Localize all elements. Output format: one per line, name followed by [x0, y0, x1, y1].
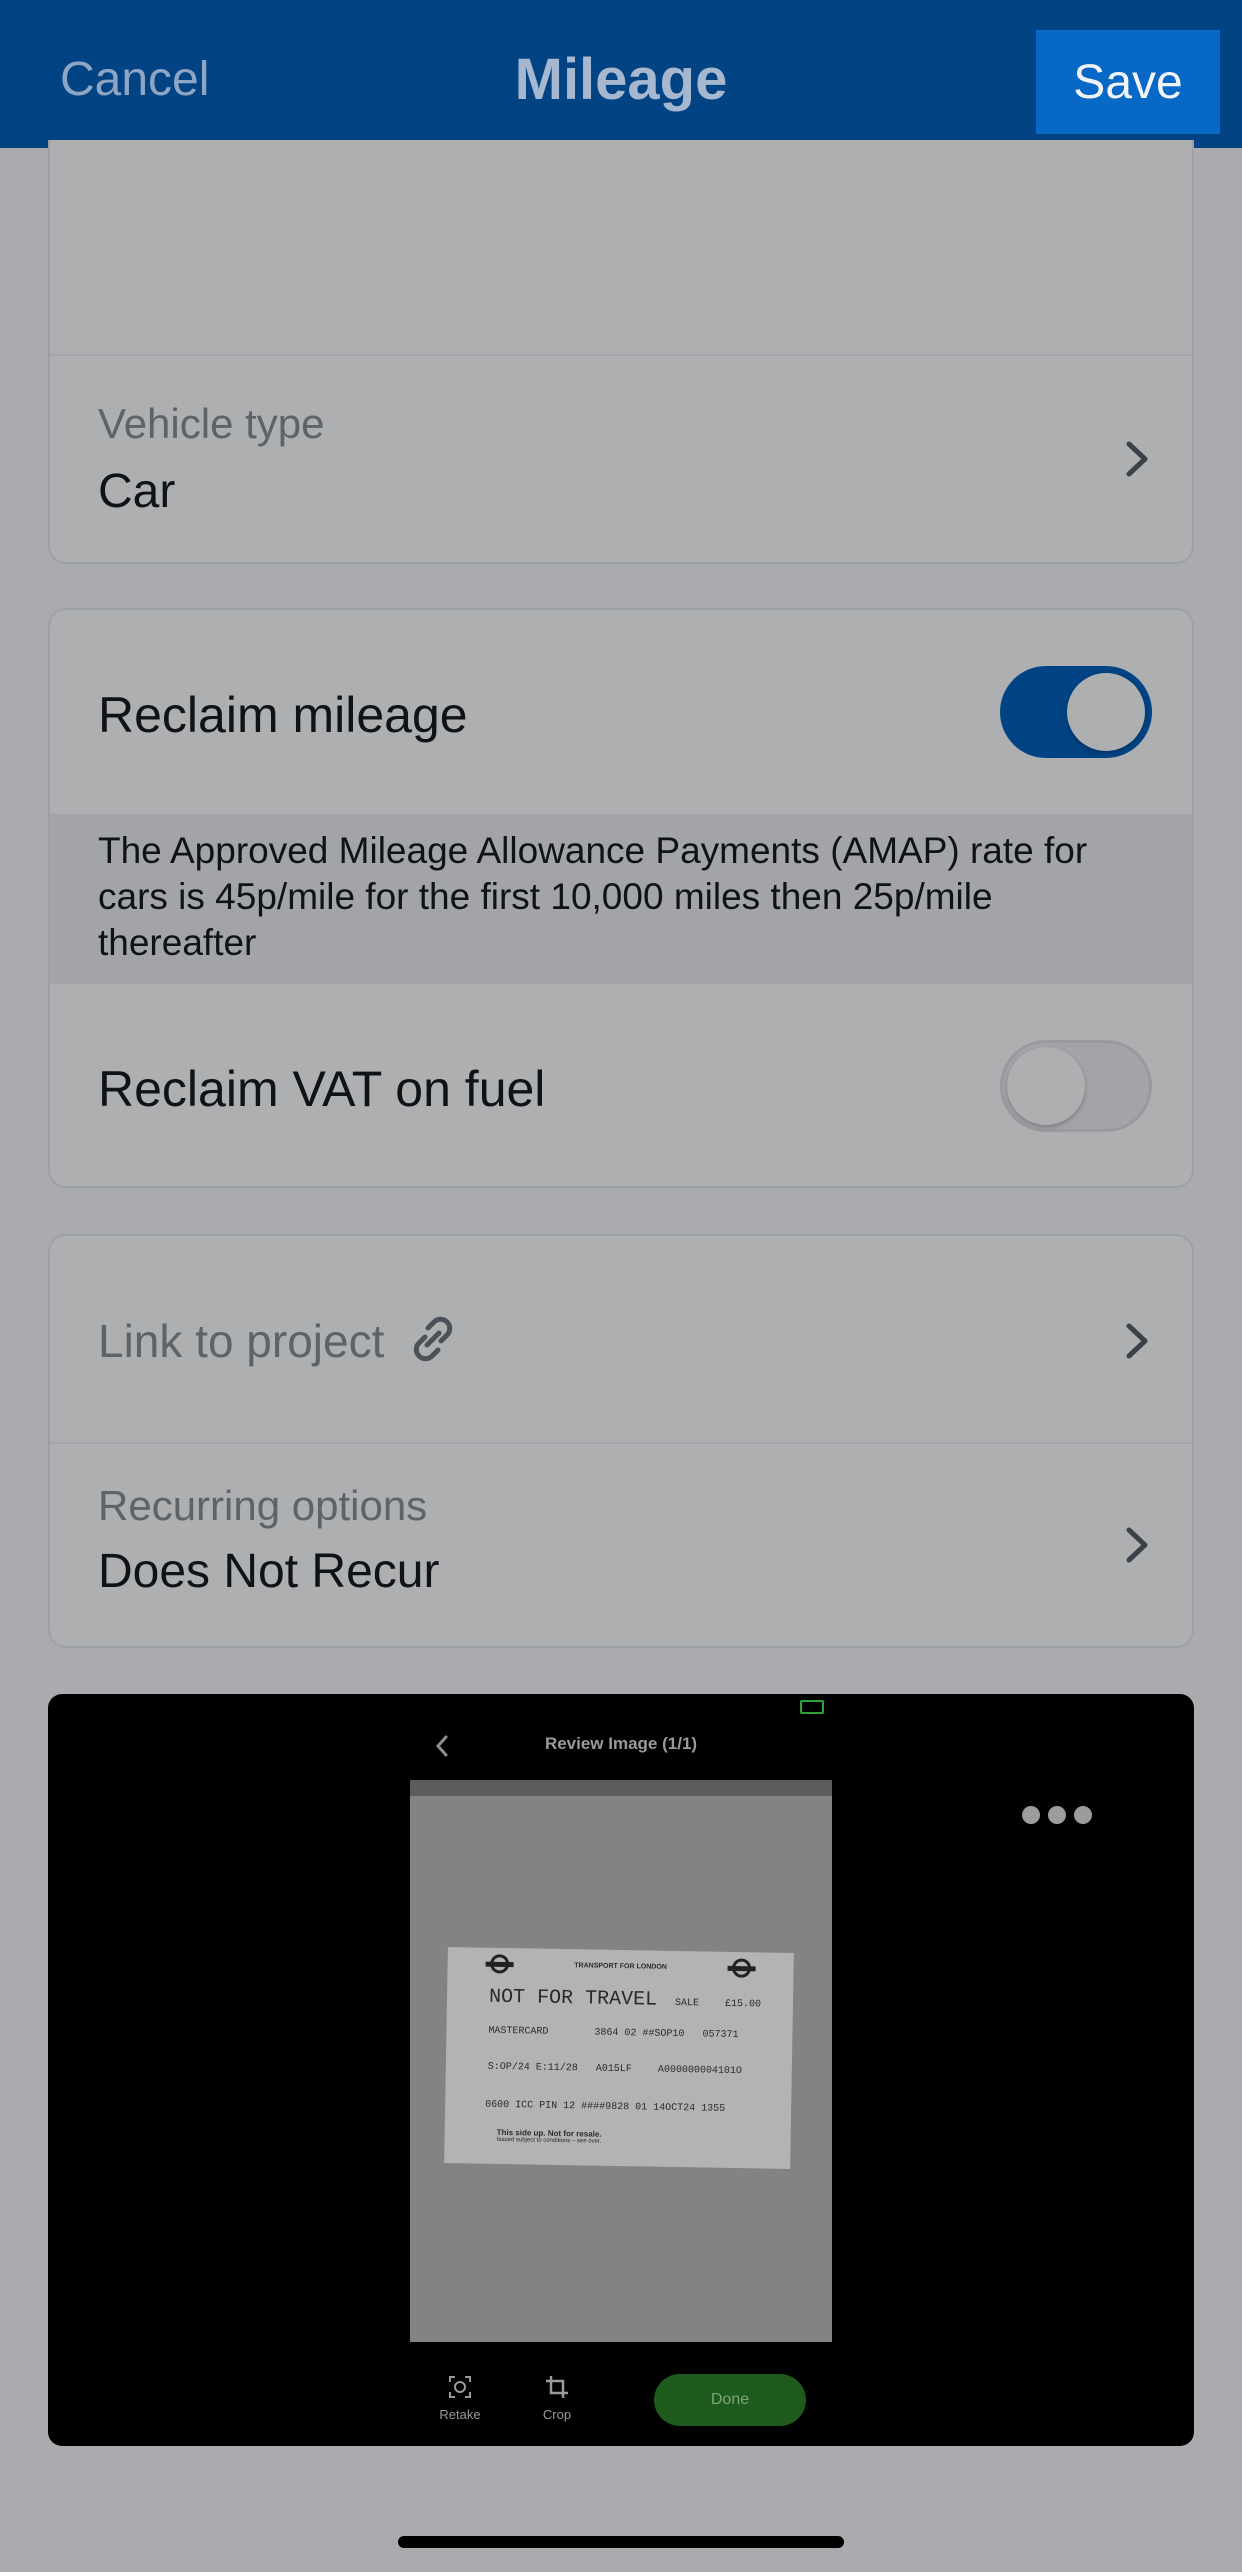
amap-info-text: The Approved Mileage Allowance Payments …: [98, 830, 1088, 963]
link-icon: [413, 1316, 453, 1362]
receipt-price: £15.00: [724, 1998, 762, 2011]
receipt-ref: A015LF: [595, 2063, 632, 2076]
tfl-roundel-icon: [727, 1958, 757, 1978]
tfl-logo-row: TRANSPORT FOR LONDON: [453, 1953, 787, 1979]
receipt-line-3: S:OP/24 E:11/28 A015LF A000000004101O: [488, 2062, 742, 2077]
vehicle-card: Vehicle type Car: [48, 140, 1194, 564]
battery-indicator: [800, 1700, 824, 1714]
reclaim-mileage-row: Reclaim mileage: [50, 610, 1192, 814]
receipt-photo: TRANSPORT FOR LONDON NOT FOR TRAVEL SALE…: [410, 1780, 832, 2342]
receipt-not-for-travel: NOT FOR TRAVEL: [488, 1985, 658, 2012]
review-image-title: Review Image (1/1): [544, 1734, 698, 1753]
reclaim-mileage-toggle[interactable]: [1000, 666, 1152, 758]
receipt-line-1: NOT FOR TRAVEL SALE £15.00: [489, 1986, 761, 2014]
tfl-roundel-icon: [485, 1954, 514, 1974]
chevron-right-icon: [1126, 1527, 1148, 1563]
link-project-row[interactable]: Link to project: [50, 1236, 1192, 1442]
chevron-right-icon: [1126, 1323, 1148, 1359]
done-label: Done: [710, 2391, 750, 2408]
retake-button[interactable]: Retake: [430, 2374, 490, 2422]
receipt-line-2: MASTERCARD 3864 02 ##SOP10 057371: [488, 2026, 738, 2041]
reclaim-vat-toggle[interactable]: [1000, 1040, 1152, 1132]
retake-icon: [449, 2376, 471, 2398]
receipt-code: 057371: [702, 2029, 739, 2042]
reclaim-vat-row: Reclaim VAT on fuel: [50, 984, 1192, 1186]
dot: [1022, 1806, 1040, 1824]
amap-info-band: The Approved Mileage Allowance Payments …: [50, 814, 1192, 984]
reclaim-card: Reclaim mileage The Approved Mileage All…: [48, 608, 1194, 1188]
recurring-options-row[interactable]: Recurring options Does Not Recur: [50, 1444, 1192, 1646]
options-card: Link to project Recurring options Does N…: [48, 1234, 1194, 1648]
recurring-options-value: Does Not Recur: [98, 1545, 440, 1598]
receipt-card-type: MASTERCARD: [488, 2025, 549, 2038]
receipt-sale: SALE: [674, 1997, 700, 2010]
receipt-dates: S:OP/24 E:11/28: [487, 2061, 578, 2075]
reclaim-mileage-label: Reclaim mileage: [98, 687, 468, 743]
crop-icon: [546, 2376, 568, 2398]
receipt-attachment[interactable]: Review Image (1/1) TRANSPORT FOR LONDON …: [48, 1694, 1194, 2446]
retake-label: Retake: [439, 2407, 481, 2422]
photo-top-strip: [410, 1780, 832, 1796]
reclaim-vat-label: Reclaim VAT on fuel: [98, 1061, 546, 1117]
recurring-options-label: Recurring options: [98, 1482, 428, 1529]
receipt-card-number: 3864 02 ##SOP10: [594, 2027, 685, 2041]
vehicle-type-row[interactable]: Vehicle type Car: [50, 356, 1192, 562]
save-button[interactable]: Save: [1036, 30, 1220, 134]
receipt-line-4: 0600 ICC PIN 12 ####9828 01 14OCT24 1355: [485, 2099, 726, 2115]
vehicle-type-value: Car: [98, 465, 176, 518]
crop-label: Crop: [542, 2407, 572, 2422]
crop-button[interactable]: Crop: [532, 2374, 582, 2422]
receipt-ticket: TRANSPORT FOR LONDON NOT FOR TRAVEL SALE…: [444, 1946, 794, 2170]
receipt-footer-sub: Issued subject to conditions – see over.: [496, 2136, 602, 2145]
done-button[interactable]: Done: [654, 2374, 806, 2426]
link-project-label: Link to project: [98, 1315, 385, 1367]
dot: [1048, 1806, 1066, 1824]
more-options-icon[interactable]: [1022, 1806, 1092, 1824]
toggle-knob: [1067, 673, 1145, 751]
vehicle-type-label: Vehicle type: [98, 400, 325, 447]
dot: [1074, 1806, 1092, 1824]
chevron-right-icon: [1126, 441, 1148, 477]
receipt-aid: A000000004101O: [657, 2064, 742, 2078]
receipt-footer: This side up. Not for resale. Issued sub…: [497, 2128, 602, 2145]
home-indicator: [398, 2536, 844, 2548]
nav-bar: Cancel Mileage Save: [0, 0, 1242, 148]
toggle-knob: [1007, 1047, 1085, 1125]
tfl-logo-text: TRANSPORT FOR LONDON: [574, 1961, 667, 1971]
